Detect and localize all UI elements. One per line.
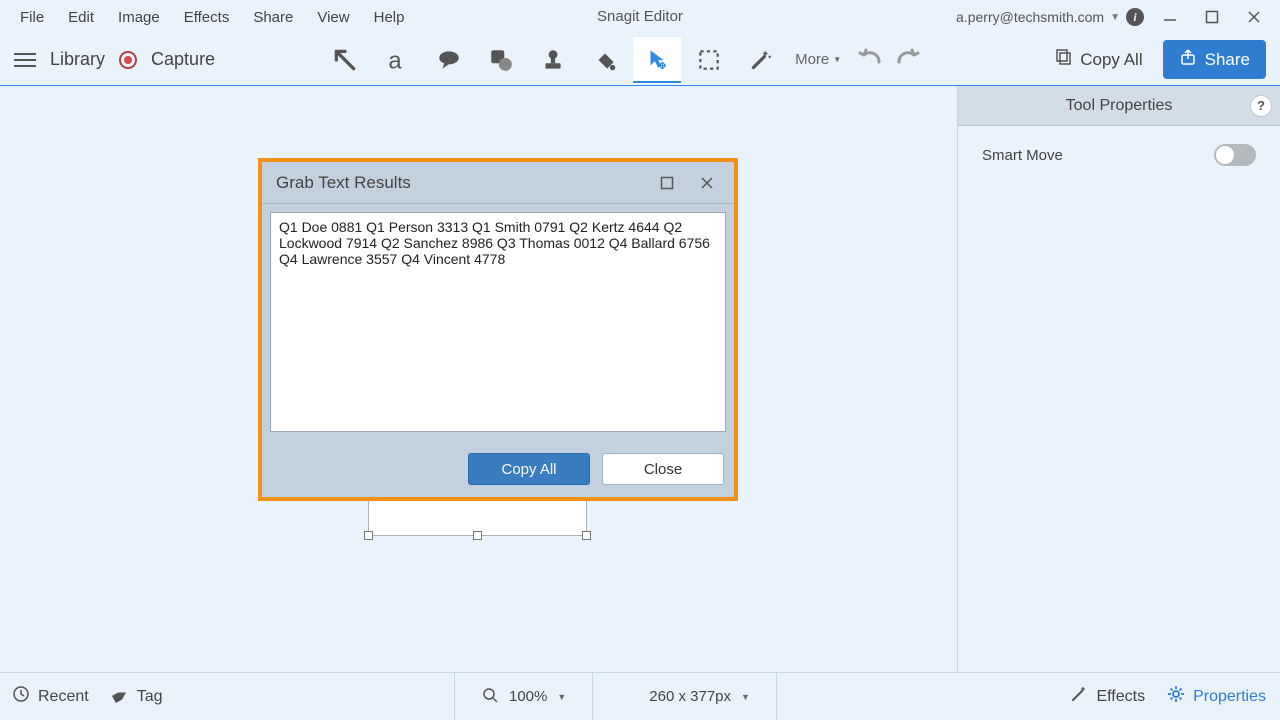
zoom-value: 100% <box>509 688 547 705</box>
copy-all-button[interactable]: Copy All <box>1045 42 1152 77</box>
svg-text:a: a <box>388 47 402 72</box>
maximize-button[interactable] <box>1204 9 1220 25</box>
menu-file[interactable]: File <box>8 3 56 32</box>
wand-icon <box>1070 685 1088 708</box>
callout-tool[interactable] <box>425 37 473 83</box>
tag-button[interactable]: Tag <box>111 685 163 708</box>
menu-share[interactable]: Share <box>241 3 305 32</box>
menu-edit[interactable]: Edit <box>56 3 106 32</box>
clock-icon <box>12 685 30 708</box>
share-button[interactable]: Share <box>1163 40 1266 79</box>
dialog-close-button[interactable] <box>694 170 720 196</box>
text-tool[interactable]: a <box>373 37 421 83</box>
tag-icon <box>111 685 129 708</box>
resize-handle[interactable] <box>473 531 482 540</box>
main-area: Grab Text Results Copy All Close Tool Pr… <box>0 86 1280 672</box>
chevron-down-icon: ▼ <box>557 692 566 702</box>
undo-button[interactable] <box>857 48 885 71</box>
selection-tool[interactable] <box>685 37 733 83</box>
help-icon[interactable]: ? <box>1250 95 1272 117</box>
hamburger-icon[interactable] <box>14 53 36 67</box>
properties-panel: Tool Properties ? Smart Move <box>958 86 1280 672</box>
redo-button[interactable] <box>893 48 921 71</box>
zoom-control[interactable]: 100% ▼ <box>454 673 593 720</box>
account-menu[interactable]: a.perry@techsmith.com ▼ i <box>956 8 1144 26</box>
menubar: File Edit Image Effects Share View Help … <box>0 0 1280 34</box>
move-tool[interactable] <box>633 37 681 83</box>
search-icon <box>481 686 499 708</box>
dialog-maximize-button[interactable] <box>654 170 680 196</box>
menu-view[interactable]: View <box>305 3 361 32</box>
magic-wand-tool[interactable] <box>737 37 785 83</box>
resize-handle[interactable] <box>582 531 591 540</box>
menu-image[interactable]: Image <box>106 3 172 32</box>
resize-handle[interactable] <box>364 531 373 540</box>
share-icon <box>1179 48 1197 71</box>
dimensions-value: 260 x 377px <box>649 688 731 705</box>
record-icon[interactable] <box>119 51 137 69</box>
canvas[interactable]: Grab Text Results Copy All Close <box>0 86 958 672</box>
stamp-tool[interactable] <box>529 37 577 83</box>
selected-object[interactable] <box>368 496 587 536</box>
dialog-titlebar[interactable]: Grab Text Results <box>262 162 734 204</box>
minimize-button[interactable] <box>1162 9 1178 25</box>
grab-text-dialog: Grab Text Results Copy All Close <box>258 158 738 501</box>
close-button[interactable] <box>1246 9 1262 25</box>
dimensions-control[interactable]: 260 x 377px ▼ <box>623 673 777 720</box>
properties-header: Tool Properties ? <box>958 86 1280 126</box>
library-button[interactable]: Library <box>50 49 105 70</box>
shape-tool[interactable] <box>477 37 525 83</box>
account-email: a.perry@techsmith.com <box>956 9 1104 25</box>
dialog-copy-all-button[interactable]: Copy All <box>468 453 590 485</box>
arrow-tool[interactable] <box>321 37 369 83</box>
menu-effects[interactable]: Effects <box>172 3 242 32</box>
dialog-title: Grab Text Results <box>276 173 411 193</box>
effects-button[interactable]: Effects <box>1070 685 1145 708</box>
dialog-close-text-button[interactable]: Close <box>602 453 724 485</box>
fill-tool[interactable] <box>581 37 629 83</box>
grab-text-output[interactable] <box>270 212 726 432</box>
chevron-down-icon: ▼ <box>741 692 750 702</box>
smart-move-label: Smart Move <box>982 147 1063 164</box>
more-tools[interactable]: More▼ <box>795 51 841 68</box>
toolbar: Library Capture a Mor <box>0 34 1280 86</box>
menu-help[interactable]: Help <box>362 3 417 32</box>
gear-icon <box>1167 685 1185 708</box>
copy-icon <box>1055 48 1073 71</box>
info-icon[interactable]: i <box>1126 8 1144 26</box>
capture-button[interactable]: Capture <box>151 49 215 70</box>
status-bar: Recent Tag 100% ▼ 260 x 377px ▼ Effects <box>0 672 1280 720</box>
smart-move-toggle[interactable] <box>1214 144 1256 166</box>
properties-button[interactable]: Properties <box>1167 685 1266 708</box>
chevron-down-icon: ▼ <box>1110 12 1120 23</box>
recent-button[interactable]: Recent <box>12 685 89 708</box>
